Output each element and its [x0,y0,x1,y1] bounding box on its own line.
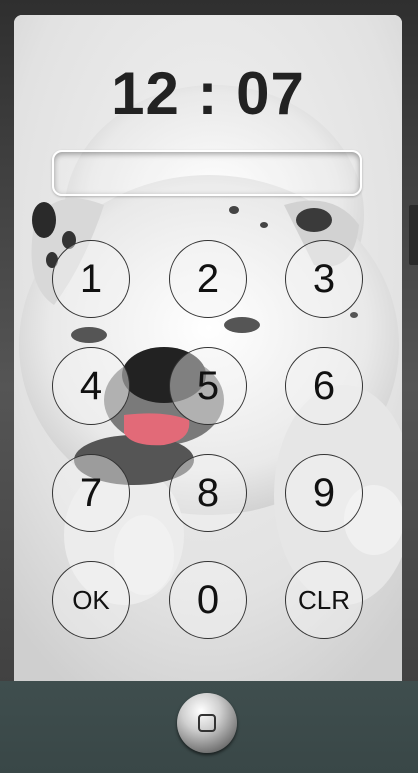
lock-screen: 12 : 07 1 2 3 4 5 6 7 8 9 OK 0 CLR [14,15,402,681]
home-button[interactable] [177,693,237,753]
key-ok[interactable]: OK [52,561,130,639]
key-4[interactable]: 4 [52,347,130,425]
key-8[interactable]: 8 [169,454,247,532]
pin-input[interactable] [52,150,362,196]
clock-time: 12 : 07 [111,60,305,127]
key-clr[interactable]: CLR [285,561,363,639]
key-9[interactable]: 9 [285,454,363,532]
key-6[interactable]: 6 [285,347,363,425]
key-3[interactable]: 3 [285,240,363,318]
bottom-bar [0,681,418,773]
home-square-icon [198,714,216,732]
key-7[interactable]: 7 [52,454,130,532]
key-5[interactable]: 5 [169,347,247,425]
key-0[interactable]: 0 [169,561,247,639]
key-2[interactable]: 2 [169,240,247,318]
side-button[interactable] [409,205,418,265]
key-1[interactable]: 1 [52,240,130,318]
